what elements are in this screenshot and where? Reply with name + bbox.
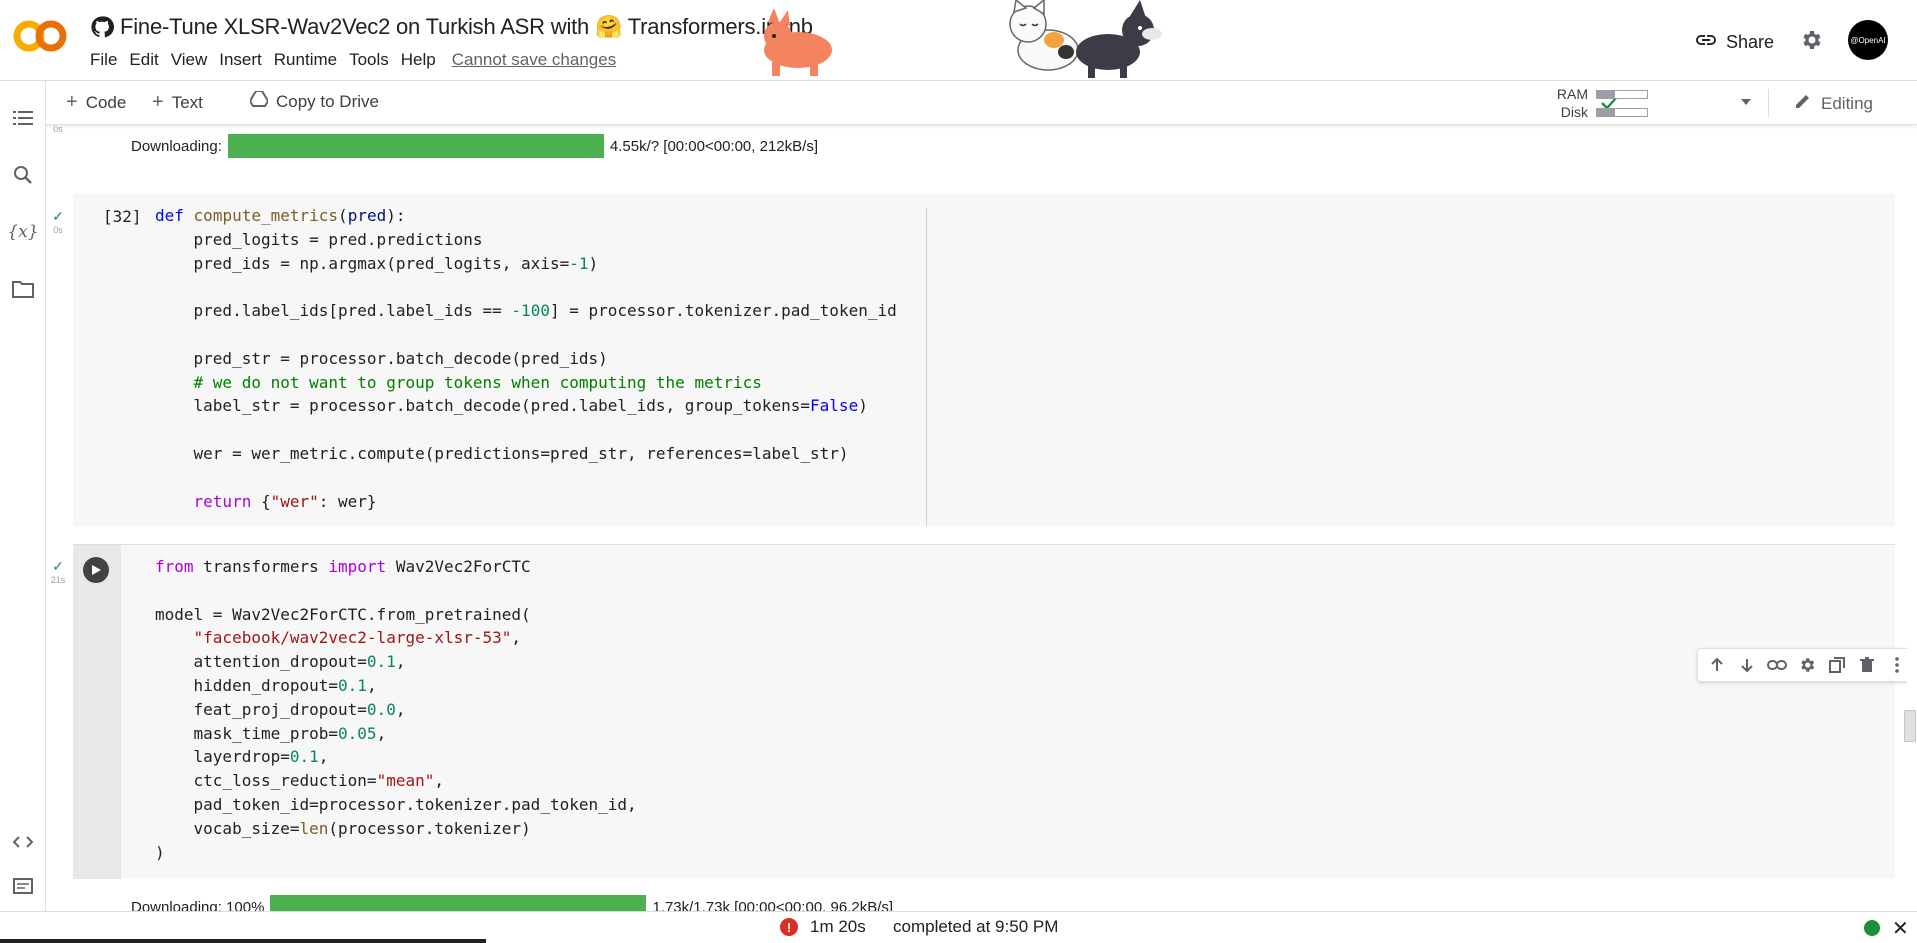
notebook-toolbar: + Code + Text Copy to Drive RAM Disk Edi… — [46, 81, 1917, 125]
plus-icon: + — [152, 91, 164, 113]
menu-edit[interactable]: Edit — [123, 50, 164, 70]
menu-file[interactable]: File — [84, 50, 123, 70]
delete-cell-icon[interactable] — [1856, 654, 1878, 676]
link-icon[interactable] — [1766, 654, 1788, 676]
variables-icon[interactable]: {x} — [7, 219, 38, 245]
progress-suffix: 4.55k/? [00:00<00:00, 212kB/s] — [609, 137, 818, 155]
menu-tools[interactable]: Tools — [343, 50, 395, 70]
command-palette-icon[interactable] — [10, 873, 36, 899]
editing-label: Editing — [1821, 93, 1873, 113]
link-icon — [1694, 28, 1726, 57]
add-code-button[interactable]: + Code — [66, 91, 126, 114]
code-snippets-icon[interactable] — [10, 829, 36, 855]
cell-32-status: ✓ 0s — [47, 208, 69, 235]
chevron-down-icon[interactable] — [1738, 94, 1754, 115]
execution-count: [32] — [103, 207, 142, 226]
progress-bar — [270, 895, 647, 911]
move-up-icon[interactable] — [1706, 654, 1728, 676]
cell-32-time: 0s — [53, 225, 63, 235]
account-avatar[interactable]: @OpenAI — [1848, 20, 1888, 60]
add-text-label: Text — [171, 92, 203, 112]
drive-icon — [248, 90, 270, 112]
editing-mode-button[interactable]: Editing — [1793, 91, 1873, 116]
share-button[interactable]: Share — [1694, 28, 1774, 57]
pencil-icon — [1793, 91, 1813, 116]
prev-output-progress: Downloading: 4.55k/? [00:00<00:00, 212kB… — [131, 134, 818, 158]
prev-cell-status: 0s — [47, 126, 69, 134]
code-editor[interactable]: from transformers import Wav2Vec2ForCTC … — [155, 555, 637, 864]
app-header: Fine-Tune XLSR-Wav2Vec2 on Turkish ASR w… — [0, 0, 1917, 80]
menu-insert[interactable]: Insert — [213, 50, 268, 70]
title-row: Fine-Tune XLSR-Wav2Vec2 on Turkish ASR w… — [90, 12, 813, 42]
left-sidebar: {x} — [0, 81, 46, 911]
model-output-progress: Downloading: 100% 1.73k/1.73k [00:00<00:… — [131, 895, 893, 911]
run-cell-button[interactable] — [83, 557, 109, 583]
cannot-save-link[interactable]: Cannot save changes — [452, 50, 616, 70]
copy-to-drive-button[interactable]: Copy to Drive — [248, 90, 379, 112]
model-cell-status: ✓ 21s — [47, 558, 69, 585]
search-icon[interactable] — [10, 162, 36, 188]
menu-bar: File Edit View Insert Runtime Tools Help… — [84, 50, 616, 70]
dog-mascot — [1076, 0, 1162, 78]
toolbar-divider — [1768, 89, 1769, 117]
progress-prefix: Downloading: — [131, 137, 222, 155]
progress-suffix: 1.73k/1.73k [00:00<00:00, 96.2kB/s] — [652, 898, 894, 912]
settings-gear-icon[interactable] — [1799, 28, 1823, 57]
corgi-mascot — [764, 8, 832, 76]
disk-label: Disk — [1560, 104, 1588, 120]
cat-mascot — [1009, 0, 1079, 71]
notebook-title[interactable]: Fine-Tune XLSR-Wav2Vec2 on Turkish ASR w… — [120, 14, 813, 40]
ram-meter — [1596, 89, 1648, 99]
notebook-area[interactable]: 0s Downloading: 4.55k/? [00:00<00:00, 21… — [47, 126, 1907, 911]
code-editor[interactable]: def compute_metrics(pred): pred_logits =… — [155, 204, 897, 513]
share-label: Share — [1726, 32, 1775, 52]
more-options-icon[interactable] — [1886, 654, 1907, 676]
line-length-ruler — [926, 208, 927, 526]
mirror-cell-icon[interactable] — [1826, 654, 1848, 676]
bottom-edge-strip — [0, 939, 486, 943]
execution-duration: 1m 20s — [810, 917, 866, 936]
disk-meter-fill — [1597, 108, 1615, 116]
execution-completed: completed at 9:50 PM — [893, 917, 1059, 936]
ram-meter-fill — [1597, 90, 1615, 98]
menu-view[interactable]: View — [165, 50, 214, 70]
cell-settings-gear-icon[interactable] — [1796, 654, 1818, 676]
progress-prefix: Downloading: 100% — [131, 898, 265, 912]
resource-monitor[interactable]: RAM Disk — [1554, 85, 1648, 121]
github-icon — [90, 15, 114, 39]
menu-runtime[interactable]: Runtime — [268, 50, 343, 70]
table-of-contents-icon[interactable] — [10, 105, 36, 131]
move-down-icon[interactable] — [1736, 654, 1758, 676]
code-cell-compute-metrics[interactable]: [32] def compute_metrics(pred): pred_log… — [73, 194, 1895, 526]
colab-logo[interactable] — [12, 16, 68, 56]
ram-label: RAM — [1556, 86, 1588, 102]
runtime-status-dot — [1864, 920, 1880, 936]
add-code-label: Code — [85, 92, 127, 112]
check-icon: ✓ — [52, 558, 64, 574]
code-cell-model[interactable]: from transformers import Wav2Vec2ForCTC … — [73, 544, 1895, 879]
prev-cell-time: 0s — [53, 126, 63, 134]
add-text-button[interactable]: + Text — [152, 91, 203, 114]
plus-icon: + — [66, 91, 78, 113]
disk-meter — [1596, 107, 1648, 117]
check-icon: ✓ — [52, 208, 64, 224]
copy-to-drive-label: Copy to Drive — [276, 91, 379, 111]
progress-bar — [227, 134, 604, 158]
cell-toolbar — [1697, 648, 1907, 682]
model-cell-time: 21s — [50, 575, 66, 585]
folder-icon[interactable] — [10, 276, 36, 302]
run-gutter — [73, 545, 121, 879]
scrollbar-thumb[interactable] — [1904, 710, 1916, 742]
menu-help[interactable]: Help — [395, 50, 442, 70]
mascot-illustration — [748, 0, 1178, 80]
close-icon[interactable]: ✕ — [1892, 916, 1909, 941]
error-icon[interactable]: ! — [780, 918, 798, 936]
